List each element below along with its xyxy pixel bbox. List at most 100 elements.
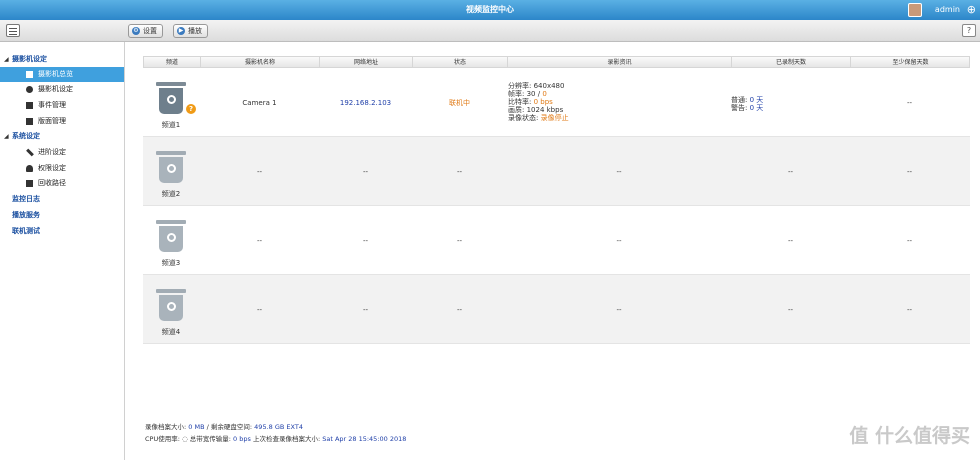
info-label: 录像状态: [508, 114, 539, 122]
keep-days: -- [906, 236, 913, 245]
footer-label: / 剩余硬盘空间: [206, 423, 253, 431]
ip-address: 192.168.2.103 [339, 98, 392, 107]
sidebar-group-camera-settings[interactable]: ◢ 摄影机设定 [0, 52, 124, 67]
collapse-arrow-icon[interactable]: ◢ [4, 129, 9, 144]
status-badge: 联机中 [449, 98, 470, 107]
recorded-days: -- [787, 167, 794, 176]
sidebar-item-playback[interactable]: 播放服务 [0, 208, 124, 223]
sidebar-item-event-management[interactable]: 事件管理 [0, 98, 124, 113]
table-row[interactable]: 频道2 -- -- -- -- -- -- [143, 137, 970, 206]
camera-name: Camera 1 [242, 98, 277, 107]
table-row[interactable]: 频道4 -- -- -- -- -- -- [143, 275, 970, 344]
camera-icon [26, 86, 33, 93]
ip-address: -- [362, 305, 369, 314]
status-badge: -- [456, 167, 463, 176]
ip-address: -- [362, 236, 369, 245]
channel-label: 频道3 [161, 259, 181, 267]
sidebar-item-recycle[interactable]: 回收路径 [0, 176, 124, 191]
sidebar-item-label: 权限设定 [38, 164, 66, 172]
column-header[interactable]: 网络地址 [320, 57, 413, 68]
sidebar-item-label: 回收路径 [38, 179, 66, 187]
sidebar-item-camera-overview[interactable]: 摄影机总览 [0, 67, 124, 82]
info-label: 分辨率: [508, 82, 532, 90]
alarm-days: 0 天 [749, 104, 764, 112]
table-row[interactable]: 频道3 -- -- -- -- -- -- [143, 206, 970, 275]
resolution-value: 640x480 [533, 82, 565, 90]
sidebar-item-camera-config[interactable]: 摄影机设定 [0, 82, 124, 97]
settings-button-label: 设置 [143, 27, 157, 35]
sidebar-item-label: 摄影机总览 [38, 70, 73, 78]
play-button[interactable]: ▶ 播放 [173, 24, 208, 38]
camera-name: -- [256, 305, 263, 314]
sidebar-item-label: 摄影机设定 [38, 85, 73, 93]
sidebar-item-screen-management[interactable]: 版面管理 [0, 114, 124, 129]
window-title: 视频监控中心 [466, 5, 514, 14]
sidebar-item-online-test[interactable]: 联机测试 [0, 224, 124, 239]
recording-info: -- [616, 236, 622, 245]
fps-actual-value: 0 [542, 90, 547, 98]
disk-space-value: 495.8 GB EXT4 [254, 423, 303, 431]
table-row[interactable]: ? 频道1 Camera 1 192.168.2.103 联机中 分辨率: 64… [143, 68, 970, 137]
recording-info: -- [616, 167, 622, 176]
footer-label: 总带宽传输量: [189, 435, 231, 443]
table-header: 频道 摄影机名称 网络地址 状态 录影资讯 已录制天数 至少保留天数 [143, 56, 970, 68]
keep-days: -- [906, 98, 913, 107]
username[interactable]: admin [935, 5, 960, 14]
avatar[interactable] [908, 3, 922, 17]
column-header[interactable]: 频道 [144, 57, 201, 68]
menu-toggle-icon[interactable] [6, 24, 20, 37]
column-header[interactable]: 已录制天数 [732, 57, 851, 68]
cpu-gauge-icon: ◌ [181, 435, 188, 443]
info-label: 警告: [731, 104, 748, 112]
sidebar-item-monitor-log[interactable]: 监控日志 [0, 192, 124, 207]
sidebar-item-privilege[interactable]: 权限设定 [0, 161, 124, 176]
column-header[interactable]: 摄影机名称 [201, 57, 320, 68]
event-icon [26, 102, 33, 109]
user-icon [26, 165, 33, 172]
bitrate-value: 0 bps [533, 98, 553, 106]
record-state-value: 录像停止 [540, 114, 569, 122]
sidebar-group-label: 系统设定 [12, 132, 40, 140]
footer-label: CPU使用率: [145, 435, 180, 443]
camera-name: -- [256, 167, 263, 176]
play-icon: ▶ [177, 27, 185, 35]
recording-info: 分辨率: 640x480 帧率: 30 / 0 比特率: 0 bps 画质: 1… [508, 82, 569, 122]
settings-button[interactable]: ⚙ 设置 [128, 24, 163, 38]
overview-icon [26, 71, 33, 78]
sidebar-item-label: 版面管理 [38, 117, 66, 125]
sidebar-item-label: 联机测试 [12, 227, 40, 235]
wrench-icon [26, 148, 34, 157]
info-label: 帧率: [508, 90, 525, 98]
sidebar-item-advanced[interactable]: 进阶设定 [0, 145, 124, 160]
sidebar-item-label: 播放服务 [12, 211, 40, 219]
info-label: 画质: [508, 106, 525, 114]
sidebar-group-label: 摄影机设定 [12, 55, 47, 63]
title-bar: 视频监控中心 admin ⊕ [0, 0, 980, 20]
play-button-label: 播放 [188, 27, 202, 35]
status-badge: -- [456, 236, 463, 245]
sidebar-group-system-settings[interactable]: ◢ 系统设定 [0, 129, 124, 144]
column-header[interactable]: 录影资讯 [508, 57, 732, 68]
camera-icon [156, 151, 186, 183]
column-header[interactable]: 状态 [413, 57, 508, 68]
recorded-days: -- [787, 236, 794, 245]
footer-label: 上次检查录像档案大小: [252, 435, 321, 443]
normal-days: 0 天 [749, 96, 764, 104]
column-header[interactable]: 至少保留天数 [851, 57, 970, 68]
info-label: 比特率: [508, 98, 532, 106]
camera-icon [156, 289, 186, 321]
warning-icon[interactable]: ? [186, 104, 196, 114]
recorded-days: -- [787, 305, 794, 314]
collapse-arrow-icon[interactable]: ◢ [4, 52, 9, 67]
channel-label: 频道2 [161, 190, 181, 198]
sidebar-item-label: 进阶设定 [38, 148, 66, 156]
info-label: 普通: [731, 96, 748, 104]
camera-icon [156, 220, 186, 252]
sidebar: ◢ 摄影机设定 摄影机总览 摄影机设定 事件管理 版面管理 ◢ 系统设定 进阶设… [0, 42, 125, 460]
bandwidth-value: 0 bps [233, 435, 251, 443]
settings-icon: ⚙ [132, 27, 140, 35]
help-icon[interactable]: ? [962, 24, 976, 37]
watermark: 值 什么值得买 [849, 425, 970, 447]
toolbar: ⚙ 设置 ▶ 播放 ? [0, 20, 980, 42]
globe-icon[interactable]: ⊕ [967, 3, 976, 16]
